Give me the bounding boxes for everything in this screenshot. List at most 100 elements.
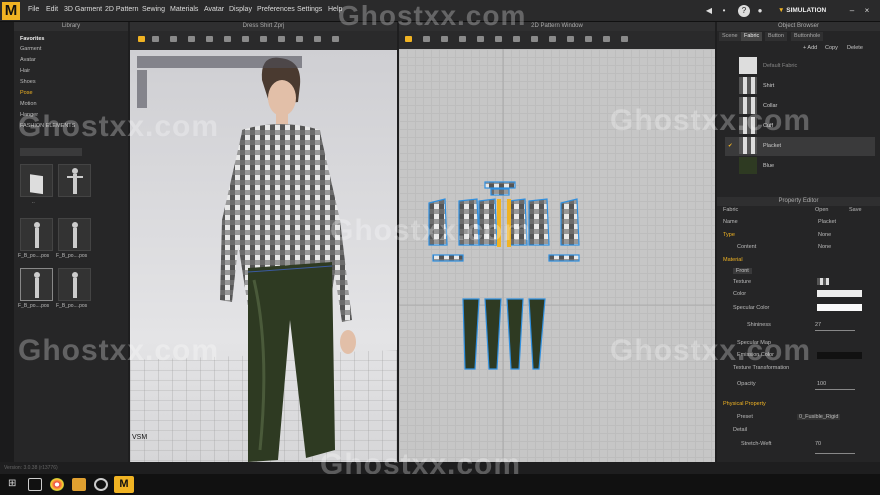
tool-icon[interactable] bbox=[585, 36, 592, 42]
name-value[interactable]: Placket bbox=[818, 219, 836, 225]
type-value[interactable]: None bbox=[818, 232, 831, 238]
tool-icon[interactable] bbox=[224, 36, 231, 42]
preset-select[interactable]: 0_Fusible_Rigid bbox=[797, 414, 841, 420]
texture-label: Texture bbox=[733, 279, 752, 285]
texture-row[interactable]: Texture bbox=[733, 279, 880, 285]
chrome-icon[interactable] bbox=[50, 478, 64, 491]
person-icon[interactable]: ● bbox=[754, 5, 766, 17]
save-button[interactable]: Save bbox=[849, 207, 862, 213]
minimize-icon[interactable]: – bbox=[846, 5, 858, 17]
tool-icon[interactable] bbox=[206, 36, 213, 42]
tool-icon[interactable] bbox=[188, 36, 195, 42]
delete-fabric-button[interactable]: Delete bbox=[847, 45, 863, 51]
copy-fabric-button[interactable]: Copy bbox=[825, 45, 838, 51]
menu-sewing[interactable]: Sewing bbox=[142, 6, 165, 13]
app-circle-icon[interactable] bbox=[94, 478, 108, 491]
tool-icon[interactable] bbox=[278, 36, 285, 42]
tool-icon[interactable] bbox=[423, 36, 430, 42]
specular-color-swatch[interactable] bbox=[817, 304, 862, 311]
tab-scene[interactable]: Scene bbox=[719, 32, 741, 41]
tool-icon[interactable] bbox=[567, 36, 574, 42]
fabric-name: Default Fabric bbox=[763, 63, 798, 69]
tool-icon[interactable] bbox=[495, 36, 502, 42]
fabric-item-default[interactable]: Default Fabric bbox=[725, 57, 875, 76]
tab-buttonhole[interactable]: Buttonhole bbox=[791, 32, 824, 41]
shininess-slider[interactable] bbox=[815, 330, 855, 331]
tool-icon[interactable] bbox=[531, 36, 538, 42]
help-icon[interactable]: ? bbox=[738, 5, 750, 17]
library-thumb-pose[interactable] bbox=[20, 218, 53, 251]
material-section[interactable]: Material bbox=[723, 257, 875, 263]
windows-start-icon[interactable]: ⊞ bbox=[8, 478, 22, 491]
menu-file[interactable]: File bbox=[28, 6, 39, 13]
menu-2d-pattern[interactable]: 2D Pattern bbox=[105, 6, 138, 13]
library-item-avatar[interactable]: Avatar bbox=[20, 57, 36, 63]
folder-icon[interactable] bbox=[72, 478, 86, 491]
library-item-hair[interactable]: Hair bbox=[20, 68, 30, 74]
menu-avatar[interactable]: Avatar bbox=[204, 6, 224, 13]
color-label: Color bbox=[733, 291, 747, 297]
tool-icon[interactable] bbox=[513, 36, 520, 42]
task-view-icon[interactable] bbox=[28, 478, 42, 491]
tool-icon[interactable] bbox=[332, 36, 339, 42]
physical-property-section[interactable]: Physical Property bbox=[723, 401, 875, 407]
library-thumb-folder[interactable] bbox=[20, 164, 53, 197]
tool-icon[interactable] bbox=[296, 36, 303, 42]
close-icon[interactable]: × bbox=[861, 5, 873, 17]
tool-icon[interactable] bbox=[170, 36, 177, 42]
menu-3d-garment[interactable]: 3D Garment bbox=[64, 6, 102, 13]
library-thumb-pose[interactable] bbox=[58, 268, 91, 301]
menu-preferences[interactable]: Preferences bbox=[257, 6, 295, 13]
tool-icon[interactable] bbox=[441, 36, 448, 42]
shininess-value[interactable]: 27 bbox=[815, 322, 821, 328]
library-item-garment[interactable]: Garment bbox=[20, 46, 41, 52]
watermark: Ghostxx.com bbox=[610, 104, 812, 137]
color-swatch[interactable] bbox=[817, 290, 862, 297]
transform-tool-icon[interactable] bbox=[405, 36, 412, 42]
tab-fabric[interactable]: Fabric bbox=[741, 32, 763, 41]
favorites-label[interactable]: Favorites bbox=[20, 36, 44, 42]
tool-icon[interactable] bbox=[603, 36, 610, 42]
library-thumb-pose[interactable] bbox=[58, 164, 91, 197]
menu-materials[interactable]: Materials bbox=[170, 6, 198, 13]
emission-color-swatch[interactable] bbox=[817, 352, 862, 359]
opacity-slider[interactable] bbox=[815, 389, 855, 390]
fabric-swatch bbox=[739, 157, 757, 175]
marvelous-designer-taskbar-icon[interactable]: M bbox=[114, 476, 134, 493]
simulation-label: SIMULATION bbox=[786, 7, 827, 14]
menu-edit[interactable]: Edit bbox=[46, 6, 58, 13]
tool-icon[interactable] bbox=[459, 36, 466, 42]
library-item-pose[interactable]: Pose bbox=[20, 90, 33, 96]
menu-display[interactable]: Display bbox=[229, 6, 252, 13]
tab-button[interactable]: Button bbox=[765, 32, 787, 41]
library-thumb-pose[interactable] bbox=[20, 268, 53, 301]
content-value[interactable]: None bbox=[818, 244, 831, 250]
tool-icon[interactable] bbox=[314, 36, 321, 42]
opacity-value[interactable]: 100 bbox=[817, 381, 826, 387]
stretch-weft-slider[interactable] bbox=[815, 453, 855, 454]
library-item-shoes[interactable]: Shoes bbox=[20, 79, 36, 85]
stretch-weft-value[interactable]: 70 bbox=[815, 441, 821, 447]
tool-icon[interactable] bbox=[260, 36, 267, 42]
tool-icon[interactable] bbox=[477, 36, 484, 42]
texture-swatch[interactable] bbox=[817, 278, 829, 285]
fabric-item-shirt[interactable]: Shirt bbox=[725, 77, 875, 96]
select-tool-icon[interactable] bbox=[138, 36, 145, 42]
type-row[interactable]: Type None bbox=[723, 232, 875, 238]
open-button[interactable]: Open bbox=[815, 207, 828, 213]
dot-icon[interactable]: • bbox=[718, 5, 730, 17]
tab-front[interactable]: Front bbox=[733, 268, 752, 274]
fabric-item-blue[interactable]: Blue bbox=[725, 157, 875, 176]
tool-icon[interactable] bbox=[549, 36, 556, 42]
library-search-input[interactable] bbox=[20, 148, 82, 156]
library-item-motion[interactable]: Motion bbox=[20, 101, 37, 107]
tool-icon[interactable] bbox=[621, 36, 628, 42]
fabric-item-placket[interactable]: ✔ Placket bbox=[725, 137, 875, 156]
volume-icon[interactable]: ◀ bbox=[703, 5, 715, 17]
tool-icon[interactable] bbox=[152, 36, 159, 42]
library-thumb-pose[interactable] bbox=[58, 218, 91, 251]
detail-row[interactable]: Detail bbox=[733, 427, 880, 433]
menu-settings[interactable]: Settings bbox=[297, 6, 322, 13]
add-fabric-button[interactable]: + Add bbox=[803, 45, 817, 51]
tool-icon[interactable] bbox=[242, 36, 249, 42]
